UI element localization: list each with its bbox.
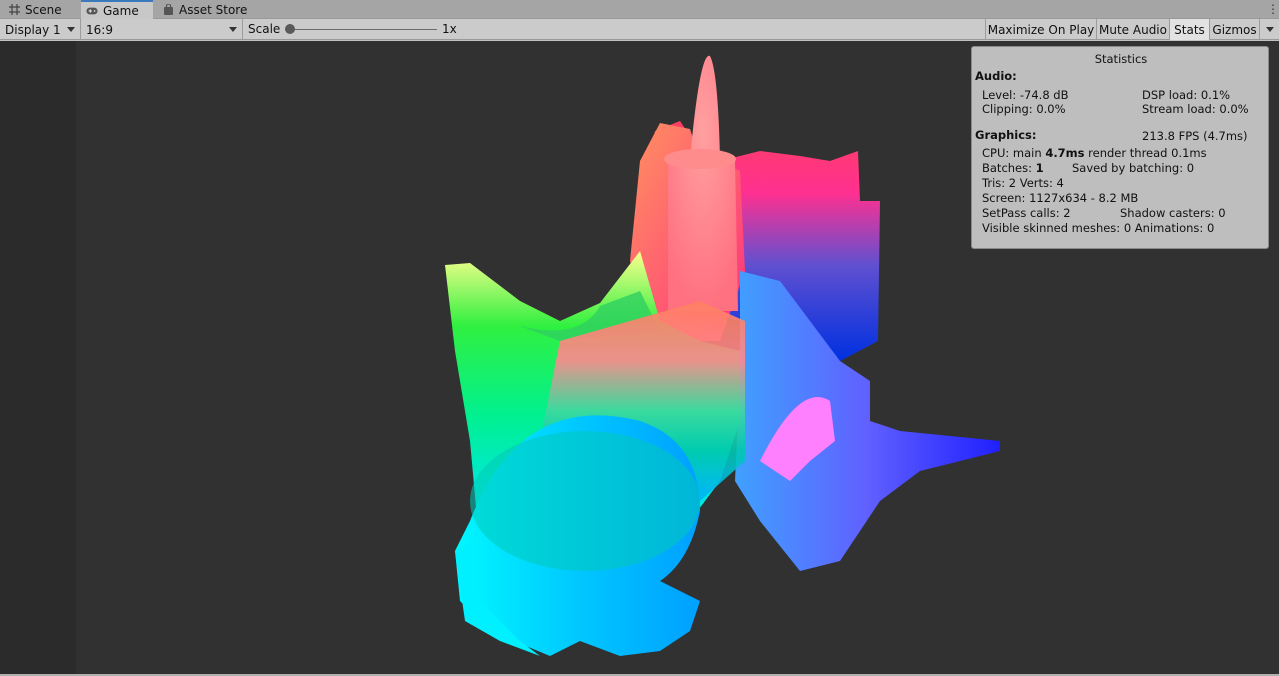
stats-label: Stats — [1174, 22, 1205, 37]
cpu-stats: CPU: main 4.7ms render thread 0.1ms — [982, 146, 1207, 160]
chevron-down-icon — [229, 27, 237, 32]
tab-game[interactable]: Game — [81, 0, 153, 20]
scale-slider-thumb[interactable] — [285, 24, 295, 34]
stream-load: Stream load: 0.0% — [1142, 102, 1249, 116]
saved-by-batching: Saved by batching: 0 — [1072, 161, 1195, 175]
bag-icon — [162, 4, 174, 16]
cpu-prefix: CPU: main — [982, 146, 1046, 160]
audio-clipping: Clipping: 0.0% — [982, 102, 1066, 116]
tab-asset-store[interactable]: Asset Store — [158, 0, 250, 19]
gizmos-label: Gizmos — [1212, 22, 1257, 37]
maximize-on-play-button[interactable]: Maximize On Play — [985, 19, 1096, 40]
chevron-down-icon — [1265, 27, 1274, 32]
aspect-ratio-label: 16:9 — [86, 22, 113, 37]
gizmos-button[interactable]: Gizmos — [1209, 19, 1259, 40]
audio-level: Level: -74.8 dB — [982, 88, 1069, 102]
shadow-casters: Shadow casters: 0 — [1120, 206, 1226, 220]
game-view[interactable]: Statistics Audio: Level: -74.8 dB DSP lo… — [0, 41, 1279, 674]
setpass-calls: SetPass calls: 2 — [982, 206, 1071, 220]
tris-verts: Tris: 2 Verts: 4 — [982, 176, 1064, 190]
stats-button[interactable]: Stats — [1169, 19, 1209, 40]
audio-header: Audio: — [975, 69, 1017, 83]
skinned-meshes: Visible skinned meshes: 0 Animations: 0 — [982, 221, 1215, 235]
dsp-load: DSP load: 0.1% — [1142, 88, 1231, 102]
tab-strip: Scene Game Asset Store ⋮ — [0, 0, 1279, 20]
tab-scene-label: Scene — [25, 2, 62, 17]
tab-game-label: Game — [103, 4, 139, 18]
tab-scene[interactable]: Scene — [4, 0, 80, 19]
more-options-icon[interactable]: ⋮ — [1267, 2, 1279, 16]
grid-icon — [8, 4, 20, 16]
display-dropdown-label: Display 1 — [5, 22, 61, 37]
mute-audio-label: Mute Audio — [1099, 22, 1167, 37]
cpu-suffix: render thread 0.1ms — [1084, 146, 1207, 160]
batches: Batches: 1 — [982, 161, 1044, 175]
batches-value: 1 — [1035, 161, 1044, 175]
scale-value: 1x — [442, 22, 457, 36]
statistics-panel: Statistics Audio: Level: -74.8 dB DSP lo… — [971, 46, 1269, 249]
aspect-ratio-dropdown[interactable]: 16:9 — [81, 19, 243, 40]
gamepad-icon — [86, 5, 98, 17]
statistics-title: Statistics — [1094, 52, 1148, 66]
batches-prefix: Batches: — [982, 161, 1036, 175]
cpu-main-value: 4.7ms — [1045, 146, 1085, 160]
graphics-header: Graphics: — [975, 128, 1037, 142]
gizmos-dropdown[interactable] — [1259, 19, 1279, 40]
display-dropdown[interactable]: Display 1 — [0, 19, 81, 40]
mute-audio-button[interactable]: Mute Audio — [1096, 19, 1169, 40]
screen-info: Screen: 1127x634 - 8.2 MB — [982, 191, 1139, 205]
scale-slider-track[interactable] — [290, 29, 437, 30]
maximize-on-play-label: Maximize On Play — [987, 22, 1095, 37]
tab-asset-store-label: Asset Store — [179, 2, 248, 17]
chevron-down-icon — [67, 27, 75, 32]
fps-value: 213.8 FPS (4.7ms) — [1142, 129, 1248, 143]
game-toolbar: Display 1 16:9 Scale 1x Maximize On Play… — [0, 19, 1279, 40]
scale-label: Scale — [248, 22, 281, 36]
